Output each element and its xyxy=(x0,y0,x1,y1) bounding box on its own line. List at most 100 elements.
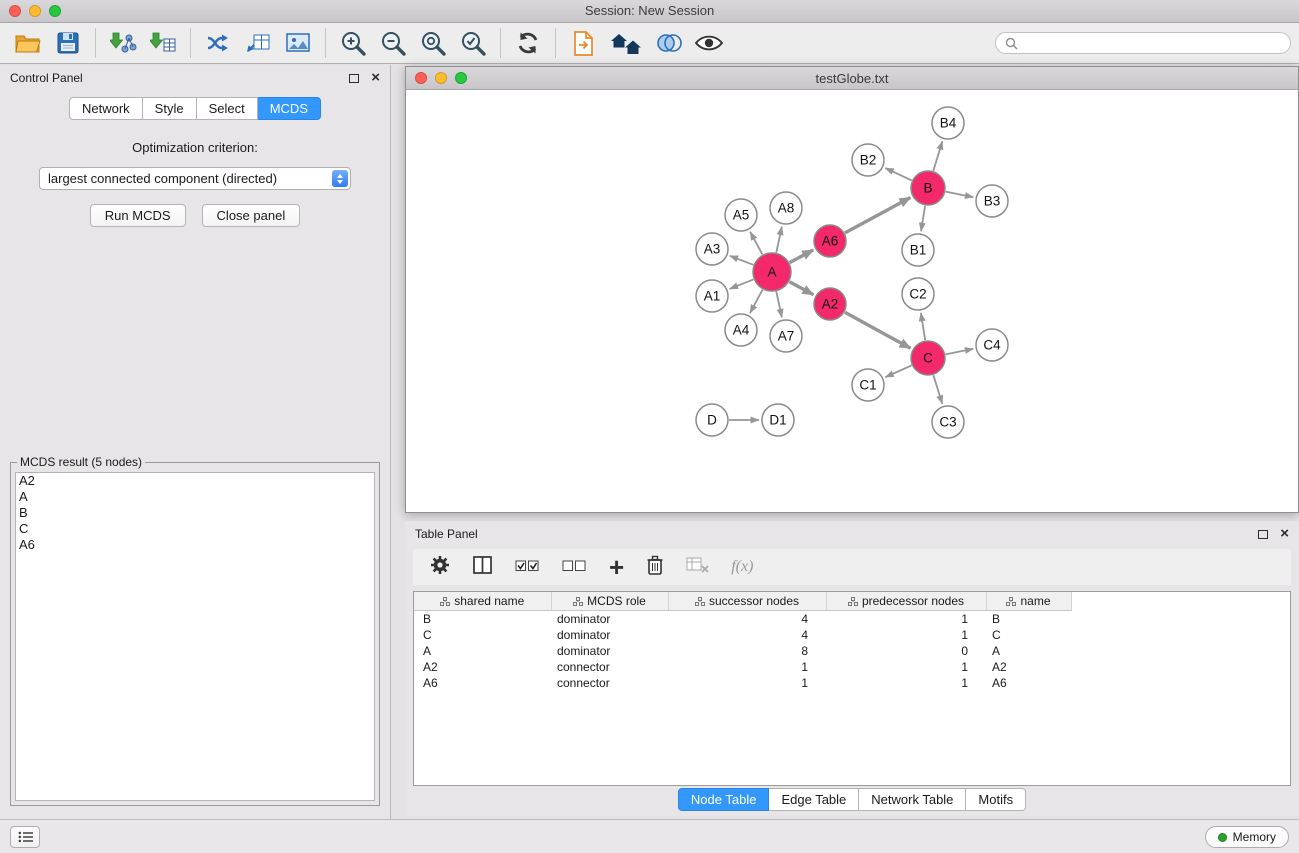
open-document-button[interactable] xyxy=(563,26,603,60)
select-all-button[interactable] xyxy=(515,556,540,579)
network-table-button[interactable] xyxy=(238,26,278,60)
float-panel-icon[interactable] xyxy=(349,74,359,83)
memory-button[interactable]: Memory xyxy=(1205,826,1289,848)
zoom-in-button[interactable] xyxy=(333,26,373,60)
graph-node-B[interactable]: B xyxy=(911,171,945,205)
deselect-all-button[interactable] xyxy=(562,556,587,579)
graph-edge-C-C3[interactable] xyxy=(933,375,942,404)
column-header-name[interactable]: name xyxy=(986,592,1071,611)
result-item[interactable]: A6 xyxy=(16,537,374,553)
graph-edge-A-A8[interactable] xyxy=(776,227,782,253)
table-row[interactable]: A6connector11A6 xyxy=(414,675,1290,691)
zoom-fit-button[interactable] xyxy=(413,26,453,60)
refresh-button[interactable] xyxy=(508,26,548,60)
graph-node-A7[interactable]: A7 xyxy=(770,320,802,352)
zoom-view-button[interactable] xyxy=(455,72,467,84)
graph-node-A3[interactable]: A3 xyxy=(696,233,728,265)
tab-network[interactable]: Network xyxy=(69,97,143,120)
graph-node-C2[interactable]: C2 xyxy=(902,278,934,310)
add-column-button[interactable]: + xyxy=(609,558,624,576)
graph-edge-A-A5[interactable] xyxy=(750,232,762,255)
graph-node-A[interactable]: A xyxy=(753,253,791,291)
table-row[interactable]: Bdominator41B xyxy=(414,611,1290,628)
graph-node-A4[interactable]: A4 xyxy=(725,314,757,346)
tab-select[interactable]: Select xyxy=(197,97,258,120)
table-row[interactable]: A2connector11A2 xyxy=(414,659,1290,675)
graph-node-A1[interactable]: A1 xyxy=(696,280,728,312)
table-row[interactable]: Cdominator41C xyxy=(414,627,1290,643)
close-panel-button[interactable]: Close panel xyxy=(202,204,301,227)
tab-node-table[interactable]: Node Table xyxy=(678,788,770,811)
import-network-button[interactable] xyxy=(103,26,143,60)
tab-style[interactable]: Style xyxy=(143,97,197,120)
graph-edge-A-A7[interactable] xyxy=(776,292,782,318)
graph-node-D1[interactable]: D1 xyxy=(762,404,794,436)
graph-node-A8[interactable]: A8 xyxy=(770,192,802,224)
graph-edge-C-C2[interactable] xyxy=(921,313,925,340)
graph-node-C1[interactable]: C1 xyxy=(852,369,884,401)
zoom-out-button[interactable] xyxy=(373,26,413,60)
graph-edge-B-B4[interactable] xyxy=(933,141,942,171)
close-window-button[interactable] xyxy=(9,5,21,17)
result-item[interactable]: C xyxy=(16,521,374,537)
graph-node-C4[interactable]: C4 xyxy=(976,329,1008,361)
graph-edge-A6-B[interactable] xyxy=(845,198,910,233)
minimize-view-button[interactable] xyxy=(435,72,447,84)
column-header-successor-nodes[interactable]: successor nodes xyxy=(668,592,826,611)
open-session-button[interactable] xyxy=(8,26,48,60)
graph-node-A2[interactable]: A2 xyxy=(814,288,846,320)
tab-mcds[interactable]: MCDS xyxy=(258,97,321,120)
graph-node-B4[interactable]: B4 xyxy=(932,107,964,139)
close-table-panel-icon[interactable]: × xyxy=(1280,528,1289,540)
graph-edge-C-C4[interactable] xyxy=(946,349,974,355)
graph-node-C[interactable]: C xyxy=(911,341,945,375)
table-row[interactable]: Adominator80A xyxy=(414,643,1290,659)
optimization-dropdown[interactable]: largest connected component (directed) xyxy=(39,167,351,190)
mcds-result-list[interactable]: A2ABCA6 xyxy=(15,472,375,801)
graph-edge-C-C1[interactable] xyxy=(885,365,911,377)
task-history-button[interactable] xyxy=(10,826,40,848)
result-item[interactable]: B xyxy=(16,505,374,521)
export-image-button[interactable] xyxy=(278,26,318,60)
function-builder-button[interactable]: f(x) xyxy=(731,558,753,576)
graph-node-B1[interactable]: B1 xyxy=(902,234,934,266)
close-panel-icon[interactable]: × xyxy=(371,72,380,84)
network-arrows-button[interactable] xyxy=(198,26,238,60)
show-hide-button[interactable] xyxy=(689,26,729,60)
close-view-button[interactable] xyxy=(415,72,427,84)
graph-edge-B-B3[interactable] xyxy=(946,192,974,198)
show-columns-button[interactable] xyxy=(473,555,493,580)
graph-edge-A2-C[interactable] xyxy=(845,312,911,348)
table-settings-button[interactable] xyxy=(429,554,451,581)
zoom-window-button[interactable] xyxy=(49,5,61,17)
delete-column-button[interactable] xyxy=(646,554,664,581)
search-box[interactable] xyxy=(995,32,1291,54)
minimize-window-button[interactable] xyxy=(29,5,41,17)
compare-sets-button[interactable] xyxy=(649,26,689,60)
graph-edge-A-A2[interactable] xyxy=(790,282,814,295)
zoom-selected-button[interactable] xyxy=(453,26,493,60)
graph-node-C3[interactable]: C3 xyxy=(932,406,964,438)
tab-network-table[interactable]: Network Table xyxy=(859,788,966,811)
graph-node-A6[interactable]: A6 xyxy=(814,225,846,257)
graph-edge-A-A6[interactable] xyxy=(790,250,814,263)
float-table-panel-icon[interactable] xyxy=(1258,530,1268,539)
delete-table-button[interactable] xyxy=(686,556,709,579)
graph-node-B3[interactable]: B3 xyxy=(976,185,1008,217)
result-item[interactable]: A2 xyxy=(16,473,374,489)
column-header-shared-name[interactable]: shared name xyxy=(414,592,551,611)
tab-edge-table[interactable]: Edge Table xyxy=(769,788,859,811)
result-item[interactable]: A xyxy=(16,489,374,505)
node-table[interactable]: shared nameMCDS rolesuccessor nodesprede… xyxy=(413,591,1291,786)
network-canvas[interactable]: B4B2BB3A5A8A6A3B1AC2A1A2A4A7C4CC1C3DD1 xyxy=(406,90,1298,512)
column-header-MCDS-role[interactable]: MCDS role xyxy=(551,592,668,611)
graph-node-D[interactable]: D xyxy=(696,404,728,436)
column-header-predecessor-nodes[interactable]: predecessor nodes xyxy=(826,592,986,611)
run-mcds-button[interactable]: Run MCDS xyxy=(90,204,186,227)
import-table-button[interactable] xyxy=(143,26,183,60)
graph-edge-A-A3[interactable] xyxy=(730,256,754,265)
graph-edge-B-B1[interactable] xyxy=(921,206,925,231)
graph-edge-B-B2[interactable] xyxy=(885,168,912,180)
graph-edge-A-A1[interactable] xyxy=(730,279,754,289)
graph-edge-A-A4[interactable] xyxy=(750,290,763,314)
